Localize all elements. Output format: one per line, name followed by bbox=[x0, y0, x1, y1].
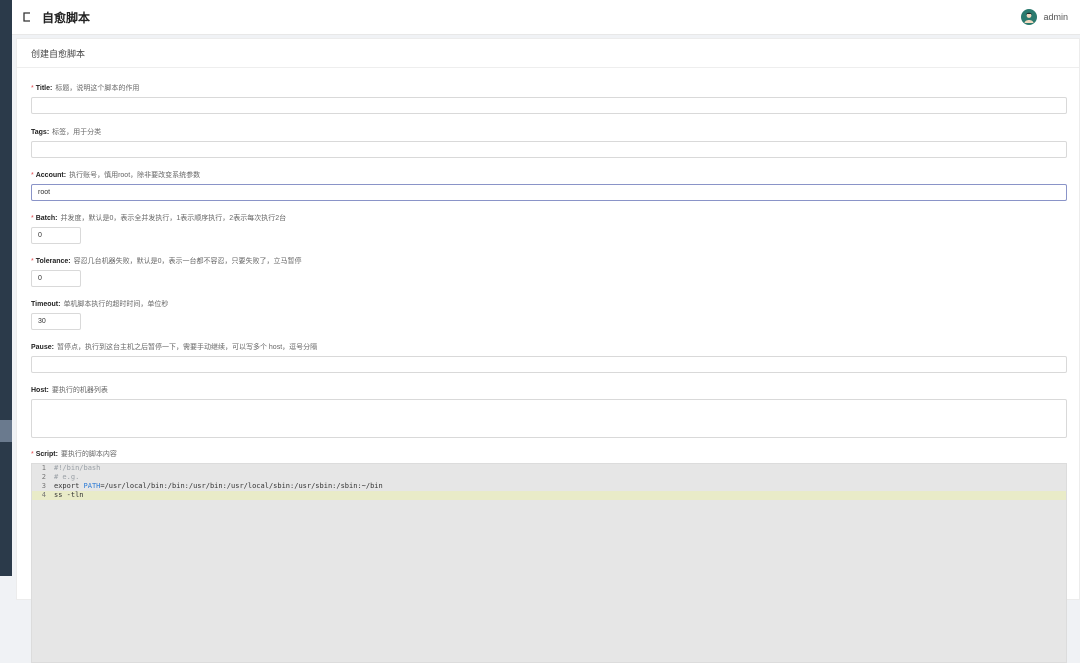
line-number: 1 bbox=[41, 464, 46, 472]
top-header: 自愈脚本 admin bbox=[12, 0, 1080, 35]
timeout-input[interactable]: 30 bbox=[31, 313, 81, 330]
tags-label: Tags: 标签，用于分类 bbox=[31, 129, 102, 136]
title-input[interactable] bbox=[31, 97, 1067, 114]
title-label: * Title: 标题，说明这个脚本的作用 bbox=[31, 85, 140, 92]
line-number: 3 bbox=[41, 482, 46, 490]
avatar[interactable] bbox=[1021, 9, 1038, 25]
code-line[interactable]: 1 #!/bin/bash bbox=[32, 464, 1066, 473]
code-token: =/usr/local/bin:/bin:/usr/bin:/usr/local… bbox=[100, 482, 383, 490]
pause-label: Pause: 暂停点，执行到这台主机之后暂停一下，需要手动继续，可以写多个 hos… bbox=[31, 344, 318, 351]
code-token: #!/bin/bash bbox=[54, 464, 101, 472]
account-label: * Account: 执行账号，慎用root，除非要改变系统参数 bbox=[31, 172, 201, 179]
page-title: 自愈脚本 bbox=[42, 10, 91, 25]
required-mark: * bbox=[31, 172, 34, 179]
line-number: 4 bbox=[41, 491, 46, 499]
back-icon[interactable] bbox=[20, 10, 34, 24]
code-line[interactable]: 2 # e.g. bbox=[32, 473, 1066, 482]
tolerance-label: * Tolerance: 容忍几台机器失败，默认是0，表示一台都不容忍，只要失败了，… bbox=[31, 258, 302, 265]
host-label: Host: 要执行的机器列表 bbox=[31, 387, 108, 394]
sidebar-strip bbox=[0, 0, 12, 576]
line-number: 2 bbox=[41, 473, 46, 481]
host-textarea[interactable] bbox=[31, 399, 1067, 438]
batch-input[interactable]: 0 bbox=[31, 227, 81, 244]
required-mark: * bbox=[31, 85, 34, 92]
code-token: PATH bbox=[83, 482, 101, 490]
code-line[interactable]: 3 export PATH =/usr/local/bin:/bin:/usr/bi… bbox=[32, 482, 1066, 491]
script-editor[interactable]: 1 #!/bin/bash 2 # e.g. 3 export PATH =/usr/loc… bbox=[31, 463, 1067, 663]
script-label: * Script: 要执行的脚本内容 bbox=[31, 451, 117, 458]
account-input[interactable]: root bbox=[31, 184, 1067, 201]
code-token: export bbox=[54, 482, 84, 490]
code-line[interactable]: 4 ss -tln bbox=[32, 491, 1066, 500]
username[interactable]: admin bbox=[1043, 12, 1068, 22]
code-token: # e.g. bbox=[54, 473, 80, 481]
batch-label: * Batch: 并发度，默认是0，表示全并发执行，1表示顺序执行，2表示每次执行2… bbox=[31, 215, 287, 222]
tolerance-input[interactable]: 0 bbox=[31, 270, 81, 287]
sidebar-active-marker bbox=[0, 420, 12, 442]
code-token: ss -tln bbox=[54, 491, 84, 499]
required-mark: * bbox=[31, 215, 34, 222]
required-mark: * bbox=[31, 258, 34, 265]
timeout-label: Timeout: 单机脚本执行的超时时间，单位秒 bbox=[31, 301, 169, 308]
tags-input[interactable] bbox=[31, 141, 1067, 158]
required-mark: * bbox=[31, 451, 34, 458]
form-card: 创建自愈脚本 * Title: 标题，说明这个脚本的作用 Tags: 标签，用于分类 … bbox=[16, 38, 1080, 663]
user-menu[interactable]: admin bbox=[1021, 9, 1068, 25]
card-title: 创建自愈脚本 bbox=[17, 39, 1079, 68]
pause-input[interactable] bbox=[31, 356, 1067, 373]
